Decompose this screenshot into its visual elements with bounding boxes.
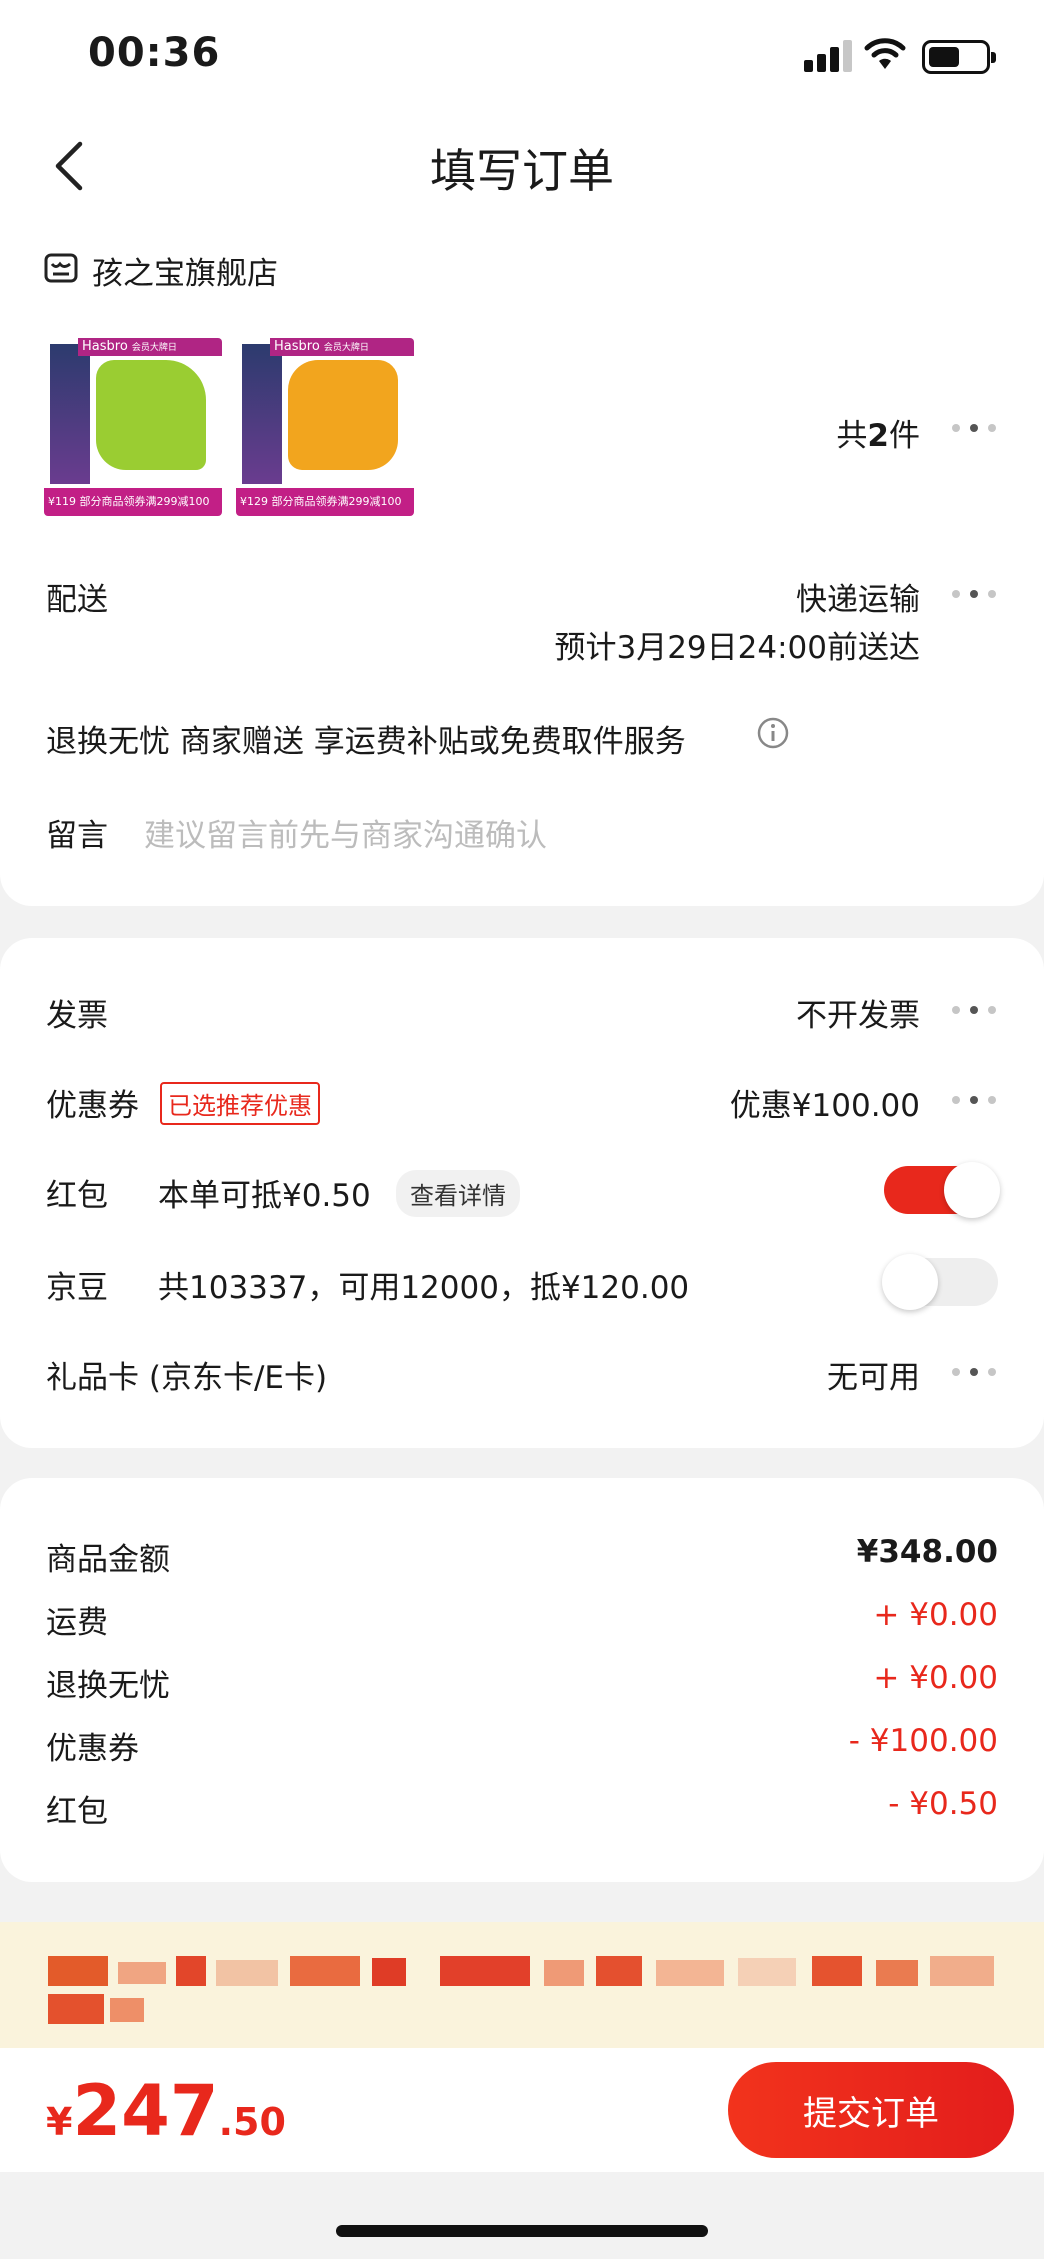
coupon-tag: 已选推荐优惠 [160, 1082, 320, 1125]
total-decimal: .50 [218, 2100, 286, 2144]
product-count-unit: 件 [889, 418, 920, 454]
shop-name[interactable]: 孩之宝旗舰店 [92, 248, 278, 293]
gift-card-value[interactable]: 无可用 [827, 1352, 920, 1397]
service-text: 退换无忧 商家赠送 享运费补贴或免费取件服务 [46, 724, 686, 760]
submit-order-button[interactable]: 提交订单 [728, 2062, 1014, 2158]
summary-row: 红包 - ¥0.50 [46, 1786, 998, 1849]
product-box-image [50, 344, 90, 484]
invoice-label: 发票 [46, 998, 108, 1034]
product-badge: 会员大牌日 [323, 343, 369, 353]
summary-list: 商品金额 ¥348.00 运费 + ¥0.00 退换无忧 + ¥0.00 优惠券… [46, 1534, 998, 1849]
product-promo: 部分商品领券满299减100 [271, 495, 402, 508]
shop-icon [44, 252, 78, 284]
gift-card-label: 礼品卡 (京东卡/E卡) [46, 1360, 328, 1396]
product-figure-image [96, 360, 206, 470]
coupon-label: 优惠券 [46, 1088, 139, 1124]
summary-value: - ¥100.00 [848, 1723, 998, 1759]
product-count-value: 2 [867, 418, 889, 454]
jingdou-desc: 共103337，可用12000，抵¥120.00 [158, 1270, 690, 1306]
more-icon[interactable] [952, 1004, 996, 1016]
product-count-label: 共 [836, 418, 868, 454]
summary-label: 运费 [46, 1605, 108, 1641]
product-price: ¥129 [240, 495, 268, 508]
summary-value: - ¥0.50 [888, 1786, 998, 1822]
product-promo: 部分商品领券满299减100 [79, 495, 210, 508]
invoice-value[interactable]: 不开发票 [796, 990, 920, 1035]
summary-label: 红包 [46, 1794, 108, 1830]
product-badge: 会员大牌日 [131, 343, 177, 353]
summary-row: 退换无忧 + ¥0.00 [46, 1660, 998, 1723]
signal-icon [804, 40, 852, 72]
coupon-value[interactable]: 优惠¥100.00 [730, 1080, 920, 1125]
product-brand: Hasbro [82, 339, 128, 354]
red-packet-label: 红包 [46, 1178, 108, 1214]
total-integer: 247 [72, 2070, 219, 2152]
more-icon[interactable] [952, 1366, 996, 1378]
product-count[interactable]: 共2件 [836, 410, 920, 455]
currency-symbol: ¥ [46, 2100, 73, 2144]
product-box-image [242, 344, 282, 484]
summary-label: 优惠券 [46, 1731, 139, 1767]
product-list[interactable]: Hasbro 会员大牌日 ¥119 部分商品领券满299减100 Hasbro … [44, 338, 424, 520]
more-icon[interactable] [952, 422, 996, 434]
summary-value: + ¥0.00 [873, 1660, 998, 1696]
summary-value: + ¥0.00 [873, 1597, 998, 1633]
message-input[interactable]: 建议留言前先与商家沟通确认 [144, 810, 547, 855]
more-icon[interactable] [952, 1094, 996, 1106]
total-price: ¥ 247 .50 [46, 2076, 286, 2146]
more-icon[interactable] [952, 588, 996, 600]
battery-icon [922, 40, 996, 74]
red-packet-toggle[interactable] [884, 1162, 1000, 1218]
product-figure-image [288, 360, 398, 470]
home-indicator [336, 2225, 708, 2237]
notice-bar [0, 1922, 1044, 2048]
wifi-icon [864, 36, 906, 72]
info-icon[interactable] [756, 716, 790, 750]
status-time: 00:36 [88, 30, 221, 76]
summary-row: 优惠券 - ¥100.00 [46, 1723, 998, 1786]
delivery-method[interactable]: 快递运输 [796, 574, 920, 619]
delivery-label: 配送 [46, 582, 108, 618]
delivery-eta: 预计3月29日24:00前送达 [554, 630, 920, 666]
red-packet-desc: 本单可抵¥0.50 [158, 1178, 371, 1214]
summary-value: ¥348.00 [856, 1534, 998, 1570]
product-brand: Hasbro [274, 339, 320, 354]
page-title: 填写订单 [430, 144, 614, 198]
summary-row: 运费 + ¥0.00 [46, 1597, 998, 1660]
summary-row: 商品金额 ¥348.00 [46, 1534, 998, 1597]
product-thumbnail[interactable]: Hasbro 会员大牌日 ¥119 部分商品领券满299减100 [44, 338, 222, 516]
product-thumbnail[interactable]: Hasbro 会员大牌日 ¥129 部分商品领券满299减100 [236, 338, 414, 516]
jingdou-toggle[interactable] [882, 1254, 998, 1310]
product-price: ¥119 [48, 495, 76, 508]
jingdou-label: 京豆 [46, 1270, 108, 1306]
message-label: 留言 [46, 818, 108, 854]
view-details-button[interactable]: 查看详情 [396, 1170, 520, 1217]
summary-label: 商品金额 [46, 1542, 170, 1578]
summary-label: 退换无忧 [46, 1668, 170, 1704]
